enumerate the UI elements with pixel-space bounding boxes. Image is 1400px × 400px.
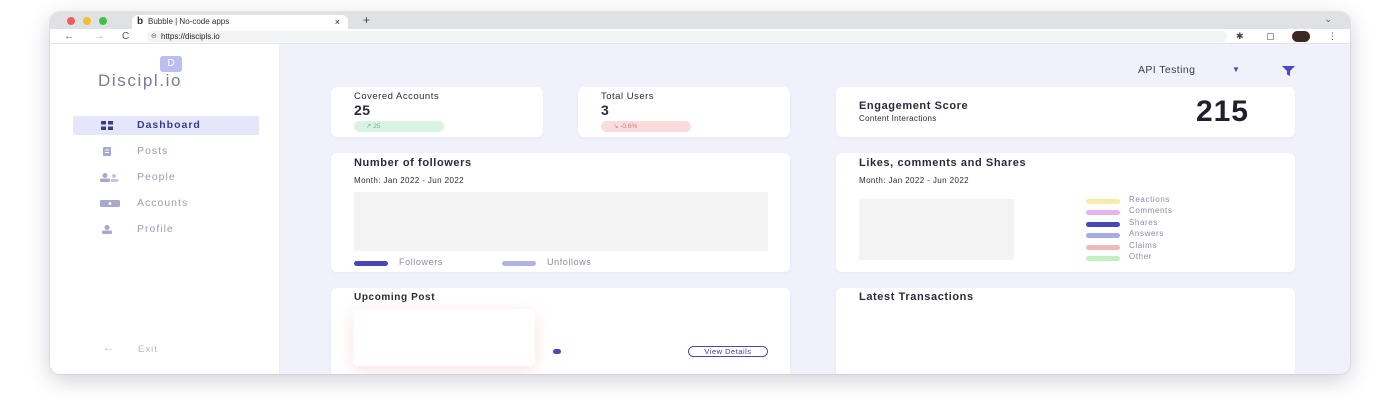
comments-legend-label: Comments — [1129, 206, 1173, 215]
sidebar-item-label: Profile — [137, 223, 174, 235]
grid-icon — [101, 121, 113, 130]
engagement-subtitle: Content Interactions — [859, 114, 937, 123]
tab-menu-chevron-icon[interactable]: ⌄ — [1324, 14, 1332, 25]
kpi-value: 25 — [354, 102, 371, 118]
upcoming-post-card: Upcoming Post View Details — [331, 288, 790, 374]
chevron-down-icon[interactable]: ▼ — [1232, 65, 1240, 74]
comments-legend-swatch — [1086, 210, 1120, 215]
url-text: https://discipls.io — [161, 32, 220, 41]
tab-bar: b Bubble | No-code apps × + ⌄ — [50, 12, 1350, 29]
post-preview[interactable] — [353, 309, 535, 366]
tab-title: Bubble | No-code apps — [148, 17, 230, 26]
shares-legend-label: Shares — [1129, 218, 1158, 227]
engagement-score-card: Engagement Score Content Interactions 21… — [836, 87, 1295, 137]
people-icon — [100, 173, 119, 182]
kpi-value: 3 — [601, 102, 610, 118]
sidebar-item-dashboard[interactable]: Dashboard — [73, 116, 259, 135]
upcoming-post-title: Upcoming Post — [354, 292, 436, 303]
sidebar-item-label: Accounts — [137, 197, 189, 209]
back-button[interactable]: ← — [64, 29, 74, 44]
kpi-label: Total Users — [601, 91, 655, 102]
bubble-favicon-icon: b — [137, 16, 144, 27]
site-info-icon[interactable]: ⊖ — [151, 31, 157, 42]
unfollows-legend-swatch — [502, 261, 536, 266]
sidebar-item-accounts[interactable]: Accounts — [73, 194, 259, 213]
unfollows-legend-label: Unfollows — [547, 257, 592, 267]
maximize-window-button[interactable] — [99, 17, 107, 25]
followers-legend-label: Followers — [399, 257, 443, 267]
logo-text: Discipl.io — [98, 71, 183, 90]
likes-chart-placeholder — [859, 199, 1014, 260]
transactions-title: Latest Transactions — [859, 291, 974, 303]
sidebar: D Discipl.io Dashboard Posts People Acco… — [50, 44, 280, 374]
extensions-icon[interactable]: ✱ — [1236, 29, 1244, 44]
sidebar-item-people[interactable]: People — [73, 168, 259, 187]
profile-icon — [102, 225, 112, 234]
sidebar-item-label: Posts — [137, 145, 169, 157]
other-legend-swatch — [1086, 256, 1120, 261]
reactions-legend-label: Reactions — [1129, 195, 1170, 204]
browser-tab[interactable]: b Bubble | No-code apps × — [132, 15, 348, 29]
accounts-icon — [100, 200, 120, 207]
claims-legend-label: Claims — [1129, 241, 1158, 250]
followers-date-range: Month: Jan 2022 - Jun 2022 — [354, 176, 465, 185]
sidebar-item-label: Dashboard — [137, 119, 201, 131]
tab-close-icon[interactable]: × — [335, 15, 340, 29]
kpi-card-covered-accounts: Covered Accounts 25 ↗ 25 — [331, 87, 543, 137]
latest-transactions-card: Latest Transactions — [836, 288, 1295, 374]
sidebar-item-label: People — [137, 171, 176, 183]
sidebar-item-profile[interactable]: Profile — [73, 220, 259, 239]
answers-legend-label: Answers — [1129, 229, 1164, 238]
followers-chart-placeholder — [354, 192, 768, 251]
followers-title: Number of followers — [354, 157, 472, 169]
exit-button[interactable]: Exit — [138, 344, 158, 355]
profile-avatar[interactable] — [1292, 31, 1310, 42]
likes-title: Likes, comments and Shares — [859, 157, 1027, 169]
claims-legend-swatch — [1086, 245, 1120, 250]
carousel-indicator[interactable] — [553, 349, 561, 354]
likes-comments-shares-card: Likes, comments and Shares Month: Jan 20… — [836, 153, 1295, 272]
trend-up-badge: ↗ 25 — [354, 121, 444, 132]
kpi-label: Covered Accounts — [354, 91, 440, 102]
new-tab-button[interactable]: + — [363, 13, 370, 27]
browser-window: b Bubble | No-code apps × + ⌄ ← → C ⊖ ht… — [50, 12, 1350, 374]
followers-legend-swatch — [354, 261, 388, 266]
url-field[interactable]: ⊖ https://discipls.io — [147, 31, 1227, 42]
answers-legend-swatch — [1086, 233, 1120, 238]
sidebar-item-posts[interactable]: Posts — [73, 142, 259, 161]
followers-card: Number of followers Month: Jan 2022 - Ju… — [331, 153, 790, 272]
account-filter-select[interactable]: API Testing — [1138, 64, 1195, 76]
browser-menu-icon[interactable]: ⋮ — [1328, 29, 1337, 44]
exit-arrow-icon: ← — [103, 342, 114, 354]
shares-legend-swatch — [1086, 222, 1120, 227]
reactions-legend-swatch — [1086, 199, 1120, 204]
view-details-button[interactable]: View Details — [688, 346, 768, 357]
kpi-card-total-users: Total Users 3 ↘ -0.6% — [578, 87, 790, 137]
address-bar: ← → C ⊖ https://discipls.io ✱ ▢ ⋮ — [50, 29, 1350, 44]
engagement-value: 215 — [1195, 95, 1249, 128]
minimize-window-button[interactable] — [83, 17, 91, 25]
close-window-button[interactable] — [67, 17, 75, 25]
posts-icon — [103, 147, 111, 156]
trend-down-badge: ↘ -0.6% — [601, 121, 691, 132]
logo-mark: D — [160, 56, 182, 72]
reload-button[interactable]: C — [122, 29, 129, 44]
forward-button[interactable]: → — [94, 29, 104, 44]
side-panel-icon[interactable]: ▢ — [1266, 29, 1275, 44]
filter-icon[interactable] — [1282, 66, 1295, 76]
likes-date-range: Month: Jan 2022 - Jun 2022 — [859, 176, 970, 185]
other-legend-label: Other — [1129, 252, 1153, 261]
engagement-title: Engagement Score — [859, 100, 969, 112]
